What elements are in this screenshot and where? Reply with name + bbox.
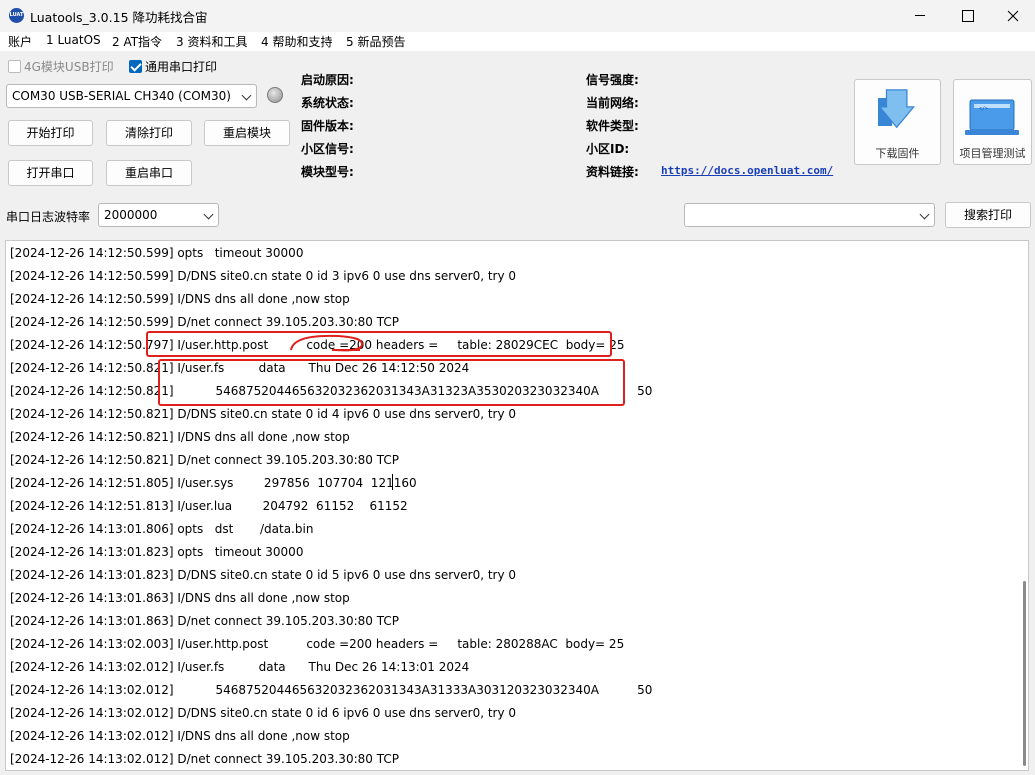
log-line: [2024-12-26 14:13:02.012] D/net connect … <box>10 752 399 766</box>
log-line: [2024-12-26 14:13:01.823] opts timeout 3… <box>10 545 304 559</box>
laptop-icon: </> <box>965 99 1019 135</box>
annotation-circle-code <box>290 334 364 352</box>
project-test-button[interactable]: </> 项目管理测试 <box>953 79 1032 165</box>
signal-strength-label: 信号强度: <box>586 73 639 87</box>
doc-link[interactable]: https://docs.openluat.com/ <box>661 164 833 177</box>
current-network-label: 当前网络: <box>586 96 639 110</box>
software-type-label: 软件类型: <box>586 119 639 133</box>
text-caret <box>392 474 393 490</box>
app-logo-icon: LUAT <box>9 8 24 23</box>
start-print-button[interactable]: 开始打印 <box>8 120 93 146</box>
annotation-box-fs-data <box>158 359 625 406</box>
log-line: [2024-12-26 14:12:51.813] I/user.lua 204… <box>10 499 408 513</box>
project-test-label: 项目管理测试 <box>959 147 1026 160</box>
checkbox-label: 4G模块USB打印 <box>24 59 114 74</box>
checkbox-box <box>8 59 21 73</box>
log-line: [2024-12-26 14:13:01.823] D/DNS site0.cn… <box>10 568 517 582</box>
menu-help-support[interactable]: 4 帮助和支持 <box>261 33 332 50</box>
chevron-down-icon <box>241 90 252 101</box>
log-line: [2024-12-26 14:12:50.821] D/DNS site0.cn… <box>10 407 517 421</box>
usb-print-checkbox[interactable]: 4G模块USB打印 <box>8 58 114 74</box>
close-button[interactable] <box>990 0 1035 32</box>
chevron-down-icon <box>919 209 930 220</box>
log-line: [2024-12-26 14:12:50.599] opts timeout 3… <box>10 246 304 260</box>
menu-luatos[interactable]: 1 LuatOS <box>46 33 101 47</box>
minimize-button[interactable] <box>897 0 943 32</box>
baud-rate-label: 串口日志波特率 <box>6 210 91 224</box>
scroll-thumb[interactable] <box>1023 581 1026 766</box>
connection-status-led-icon <box>267 87 283 103</box>
baud-rate-value: 2000000 <box>104 208 158 222</box>
log-line: [2024-12-26 14:13:02.012] I/user.fs data… <box>10 660 470 674</box>
menu-at-commands[interactable]: 2 AT指令 <box>112 33 162 50</box>
menu-new-products[interactable]: 5 新品预告 <box>346 33 405 50</box>
download-firmware-label: 下载固件 <box>875 147 920 160</box>
cell-signal-label: 小区信号: <box>301 142 354 156</box>
com-port-select[interactable]: COM30 USB-SERIAL CH340 (COM30) <box>6 84 257 108</box>
log-line: [2024-12-26 14:12:50.821] D/net connect … <box>10 453 399 467</box>
log-line: [2024-12-26 14:12:50.821] I/DNS dns all … <box>10 430 350 444</box>
log-line: [2024-12-26 14:13:02.012] D/DNS site0.cn… <box>10 706 517 720</box>
com-port-value: COM30 USB-SERIAL CH340 (COM30) <box>12 89 231 103</box>
download-firmware-button[interactable]: 下载固件 <box>854 79 941 165</box>
restart-module-button[interactable]: 重启模块 <box>204 120 290 146</box>
doc-link-label: 资料链接: <box>586 165 639 179</box>
log-line: [2024-12-26 14:13:01.863] D/net connect … <box>10 614 399 628</box>
maximize-button[interactable] <box>944 0 990 32</box>
search-select[interactable] <box>684 203 935 227</box>
log-line: [2024-12-26 14:13:02.012] 54687520446563… <box>10 683 653 697</box>
menu-bar: 账户 1 LuatOS 2 AT指令 3 资料和工具 4 帮助和支持 5 新品预… <box>0 32 1035 51</box>
window-title: Luatools_3.0.15 降功耗找合宙 <box>30 10 208 25</box>
title-bar: LUAT Luatools_3.0.15 降功耗找合宙 <box>0 0 1035 32</box>
cell-id-label: 小区ID: <box>586 142 630 156</box>
menu-docs-tools[interactable]: 3 资料和工具 <box>176 33 247 50</box>
log-line: [2024-12-26 14:13:01.806] opts dst /data… <box>10 522 314 536</box>
boot-reason-label: 启动原因: <box>301 73 354 87</box>
log-output[interactable]: [2024-12-26 14:12:50.599] opts timeout 3… <box>5 240 1029 771</box>
baud-rate-select[interactable]: 2000000 <box>98 203 219 227</box>
log-line: [2024-12-26 14:12:50.599] D/DNS site0.cn… <box>10 269 517 283</box>
clear-print-button[interactable]: 清除打印 <box>106 120 192 146</box>
open-port-button[interactable]: 打开串口 <box>8 160 93 186</box>
luatools-window: LUAT Luatools_3.0.15 降功耗找合宙 账户 1 LuatOS … <box>0 0 1035 775</box>
menu-account[interactable]: 账户 <box>8 33 32 50</box>
log-line: [2024-12-26 14:13:02.012] I/DNS dns all … <box>10 729 350 743</box>
checkbox-box <box>129 59 142 73</box>
system-state-label: 系统状态: <box>301 96 354 110</box>
log-line: [2024-12-26 14:13:01.863] I/DNS dns all … <box>10 591 350 605</box>
log-scrollbar[interactable] <box>1020 241 1028 770</box>
download-arrow-icon <box>878 89 916 129</box>
close-icon <box>1007 10 1019 22</box>
log-line: [2024-12-26 14:12:51.805] I/user.sys 297… <box>10 476 417 490</box>
svg-text:</>: </> <box>979 106 988 112</box>
firmware-version-label: 固件版本: <box>301 119 354 133</box>
log-line: [2024-12-26 14:13:02.003] I/user.http.po… <box>10 637 625 651</box>
annotation-box-http-post <box>146 331 612 357</box>
restart-port-button[interactable]: 重启串口 <box>106 160 192 186</box>
search-print-button[interactable]: 搜索打印 <box>945 202 1031 228</box>
serial-print-checkbox[interactable]: 通用串口打印 <box>129 58 217 74</box>
log-line: [2024-12-26 14:12:50.599] I/DNS dns all … <box>10 292 350 306</box>
chevron-down-icon <box>203 209 214 220</box>
checkbox-label: 通用串口打印 <box>145 59 218 74</box>
module-model-label: 模块型号: <box>301 165 354 179</box>
